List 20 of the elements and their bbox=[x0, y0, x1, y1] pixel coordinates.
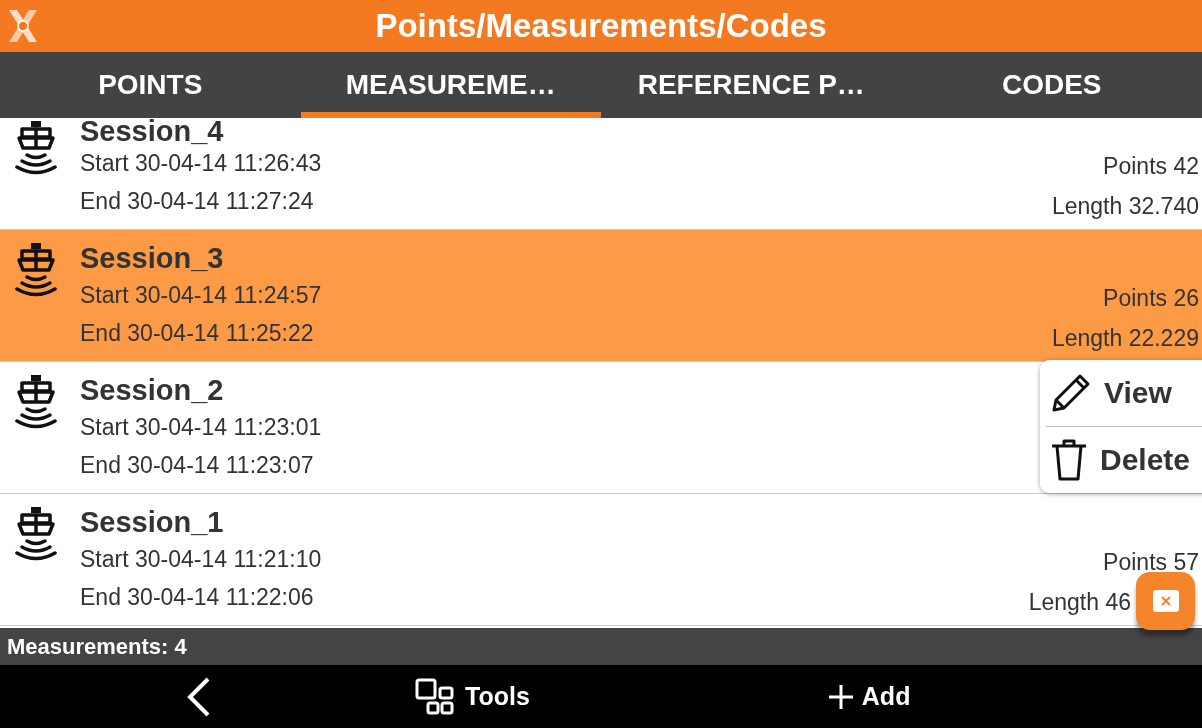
end-time: End 30-04-14 11:27:24 bbox=[80, 187, 314, 216]
start-time: Start 30-04-14 11:23:01 bbox=[80, 413, 322, 442]
start-time: Start 30-04-14 11:26:43 bbox=[80, 149, 322, 178]
end-time: End 30-04-14 11:25:22 bbox=[80, 319, 314, 348]
measurement-count: Measurements: 4 bbox=[7, 633, 187, 660]
point-count: Points 57 bbox=[1103, 548, 1199, 577]
session-length: Length 32.740 bbox=[1051, 192, 1199, 221]
session-name: Session_2 bbox=[80, 373, 224, 408]
point-count: Points 26 bbox=[1103, 284, 1199, 313]
start-time: Start 30-04-14 11:21:10 bbox=[80, 545, 322, 574]
end-time: End 30-04-14 11:23:07 bbox=[80, 451, 314, 480]
session-name: Session_4 bbox=[80, 118, 224, 144]
session-name: Session_1 bbox=[80, 505, 224, 540]
session-length: Length 46 bbox=[1028, 588, 1131, 617]
point-count: Points 42 bbox=[1103, 152, 1199, 181]
session-name: Session_3 bbox=[80, 241, 224, 276]
session-length: Length 22.229 bbox=[1051, 324, 1199, 353]
app-title: Points/Measurements/Codes bbox=[375, 7, 827, 45]
end-time: End 30-04-14 11:22:06 bbox=[80, 583, 314, 612]
start-time: Start 30-04-14 11:24:57 bbox=[80, 281, 322, 310]
